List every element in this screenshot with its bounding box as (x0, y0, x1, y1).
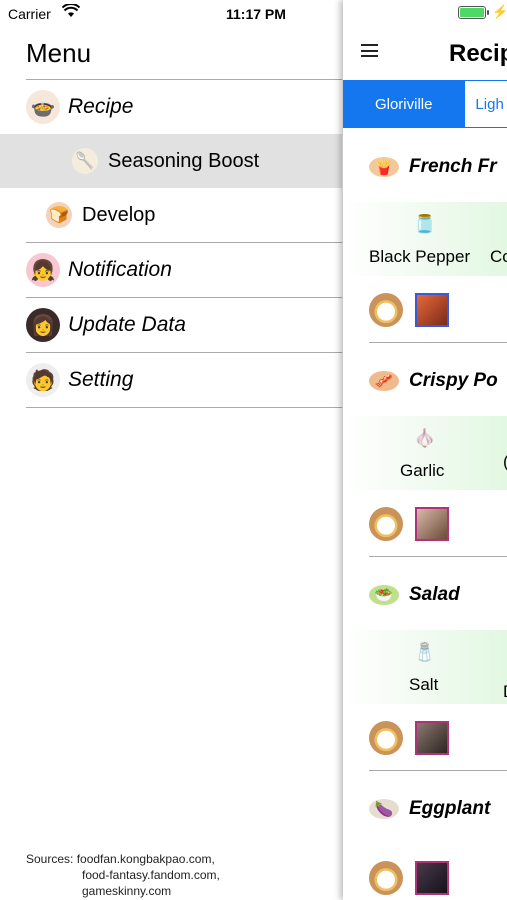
recipe-card[interactable]: 🍟 French Fr 🫙 Black Pepper Co (343, 148, 507, 330)
tab-gloriville[interactable]: Gloriville (343, 80, 465, 128)
recipe-name: Eggplant (409, 798, 491, 819)
menu-item-label: Setting (68, 368, 134, 391)
salt-shaker-icon: 🧂 (413, 641, 437, 662)
clock: 11:17 PM (226, 6, 286, 22)
page-title: Recip (449, 40, 507, 67)
ingredient-name: Salt (409, 675, 439, 694)
battery-icon (458, 6, 489, 19)
card-divider (369, 342, 507, 343)
character-row (343, 858, 507, 898)
character-portrait[interactable] (415, 721, 449, 755)
menu-item-label: Develop (82, 203, 156, 226)
notification-avatar-icon: 👧 (26, 253, 60, 287)
menu-divider (26, 407, 342, 408)
menu-item-label: Notification (68, 258, 172, 281)
ingredient-name: Garlic (400, 461, 445, 480)
sources-line: Sources: foodfan.kongbakpao.com, (26, 852, 215, 866)
character-row (343, 718, 507, 758)
menu-list: 🍲 Recipe 🥄 Seasoning Boost 🍞 Develop 👧 N… (0, 79, 342, 408)
menu-item-update-data[interactable]: 👩 Update Data (26, 297, 342, 352)
food-bowl-icon (369, 507, 403, 541)
character-portrait[interactable] (415, 861, 449, 895)
wifi-icon (61, 3, 81, 23)
menu-item-recipe[interactable]: 🍲 Recipe (26, 79, 342, 134)
sources-line: gameskinny.com (82, 884, 172, 898)
update-avatar-icon: 👩 (26, 308, 60, 342)
recipe-name: Salad (409, 584, 460, 605)
charging-bolt-icon: ⚡ (492, 4, 507, 19)
card-divider (369, 770, 507, 771)
crispy-pork-dish-icon: 🥓 (369, 371, 399, 391)
status-bar: Carrier 11:17 PM ⚡ (0, 0, 507, 28)
french-fries-dish-icon: 🍟 (369, 157, 399, 177)
character-portrait[interactable] (415, 507, 449, 541)
ingredient-band: 🧄 Garlic ( (343, 416, 507, 490)
recipe-card[interactable]: 🥓 Crispy Po 🧄 Garlic ( (343, 362, 507, 544)
food-bowl-icon (369, 293, 403, 327)
setting-avatar-icon: 🧑 (26, 363, 60, 397)
character-row (343, 504, 507, 544)
recipe-card[interactable]: 🥗 Salad 🧂 Salt D (343, 576, 507, 758)
menu-item-label: Update Data (68, 313, 186, 336)
seasoning-icon: 🥄 (72, 148, 98, 174)
sources-credit: Sources: foodfan.kongbakpao.com, food-fa… (26, 851, 220, 899)
salad-dish-icon: 🥗 (369, 585, 399, 605)
sources-line: food-fantasy.fandom.com, (82, 868, 220, 882)
ingredient-name: ( (503, 452, 507, 472)
develop-bread-icon: 🍞 (46, 202, 72, 228)
menu-item-label: Seasoning Boost (108, 149, 260, 172)
recipe-name: French Fr (409, 156, 497, 177)
tab-light[interactable]: Ligh (464, 80, 507, 128)
card-divider (369, 556, 507, 557)
ingredient-band: 🧂 Salt D (343, 630, 507, 704)
ingredient-name: Black Pepper (369, 247, 471, 266)
recipe-dish-icon: 🍲 (26, 90, 60, 124)
ingredient-band: 🫙 Black Pepper Co (343, 202, 507, 276)
menu-item-notification[interactable]: 👧 Notification (26, 242, 342, 297)
ingredient-name: D (503, 682, 507, 702)
menu-title: Menu (26, 38, 92, 68)
recipe-panel[interactable]: Recip Gloriville Ligh 🍟 French Fr 🫙 Blac… (343, 0, 507, 900)
food-bowl-icon (369, 721, 403, 755)
black-pepper-icon: 🫙 (413, 213, 437, 234)
eggplant-dish-icon: 🍆 (369, 799, 399, 819)
menu-item-seasoning-boost[interactable]: 🥄 Seasoning Boost (0, 134, 342, 188)
ingredient-name: Co (490, 247, 507, 266)
menu-item-setting[interactable]: 🧑 Setting (26, 352, 342, 407)
menu-item-label: Recipe (68, 95, 134, 118)
hamburger-menu-icon[interactable] (361, 44, 378, 57)
food-bowl-icon (369, 861, 403, 895)
carrier-label: Carrier (8, 6, 51, 22)
region-tabs: Gloriville Ligh (343, 80, 507, 128)
character-row (343, 290, 507, 330)
recipe-card[interactable]: 🍆 Eggplant (343, 790, 507, 898)
menu-item-develop[interactable]: 🍞 Develop (26, 188, 342, 242)
garlic-icon: 🧄 (413, 427, 437, 448)
recipe-name: Crispy Po (409, 370, 498, 391)
character-portrait[interactable] (415, 293, 449, 327)
